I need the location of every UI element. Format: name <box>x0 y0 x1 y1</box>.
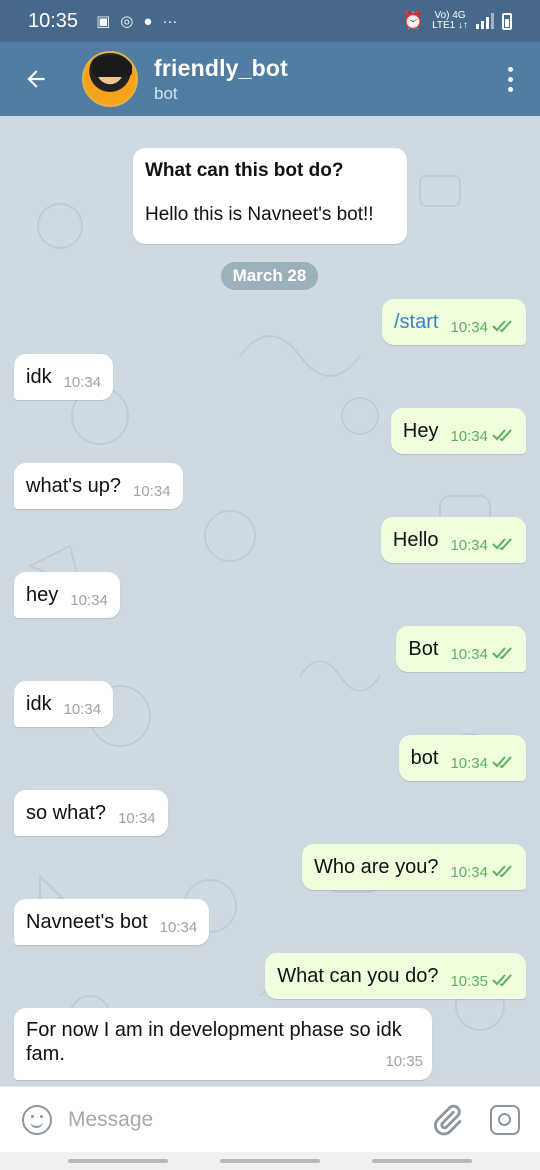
more-notifications-icon: ··· <box>162 12 178 30</box>
read-receipt-icon <box>492 756 512 769</box>
network-indicator: Vo) 4G LTE1 ↓↑ <box>432 11 468 31</box>
incoming-message[interactable]: For now I am in development phase so idk… <box>14 1008 432 1080</box>
outgoing-message[interactable]: bot 10:34 <box>398 735 526 781</box>
more-vertical-icon <box>507 66 513 72</box>
bot-info-description: Hello this is Navneet's bot!! <box>145 204 374 225</box>
paperclip-icon[interactable] <box>430 1103 464 1137</box>
bot-command-link[interactable]: /start <box>394 311 438 334</box>
battery-icon <box>502 12 512 30</box>
message-time: 10:34 <box>450 536 488 554</box>
message-time: 10:34 <box>450 754 488 772</box>
avatar[interactable] <box>82 51 138 107</box>
outgoing-message[interactable]: /start 10:34 <box>382 299 526 345</box>
outgoing-message[interactable]: Bot 10:34 <box>396 626 526 672</box>
alarm-icon: ⏰ <box>402 11 425 30</box>
message-text: Bot <box>408 637 439 660</box>
read-receipt-icon <box>492 974 512 987</box>
message-text: Who are you? <box>313 855 439 878</box>
incoming-message[interactable]: idk 10:34 <box>14 681 114 727</box>
outgoing-message[interactable]: Hey 10:34 <box>390 408 526 454</box>
arrow-left-icon <box>27 70 45 88</box>
read-receipt-icon <box>492 865 512 878</box>
message-text: idk <box>26 365 52 388</box>
message-time: 10:35 <box>450 972 488 990</box>
status-time: 10:35 <box>28 9 79 32</box>
incoming-message[interactable]: idk 10:34 <box>14 354 114 400</box>
smile-icon[interactable] <box>22 1104 52 1135</box>
message-time: 10:34 <box>133 482 171 500</box>
nav-home[interactable] <box>220 1159 320 1163</box>
chat-area[interactable]: What can this bot do? Hello this is Navn… <box>0 116 540 1086</box>
message-text: For now I am in development phase so idk… <box>26 1019 402 1065</box>
message-time: 10:34 <box>450 427 488 445</box>
chat-header: friendly_bot bot <box>0 42 540 116</box>
chat-title: friendly_bot <box>154 54 289 81</box>
date-separator: March 28 <box>221 262 318 290</box>
message-time: 10:34 <box>118 809 156 827</box>
outgoing-message[interactable]: Who are you? 10:34 <box>301 844 526 890</box>
network-bottom-label: LTE1 ↓↑ <box>432 20 468 31</box>
message-time: 10:34 <box>63 700 102 718</box>
facebook-notification-icon: ● <box>143 12 153 30</box>
message-text: idk <box>26 692 52 715</box>
status-bar: 10:35 ▣ ◎ ● ··· ⏰ Vo) 4G LTE1 ↓↑ <box>0 0 540 42</box>
more-options-button[interactable] <box>490 42 530 116</box>
nav-back[interactable] <box>372 1159 472 1163</box>
message-time: 10:34 <box>450 863 488 881</box>
message-text: what's up? <box>26 474 121 497</box>
incoming-message[interactable]: Navneet's bot 10:34 <box>14 899 210 945</box>
message-text: Hello <box>392 528 439 551</box>
message-input[interactable] <box>68 1099 430 1140</box>
message-time: 10:34 <box>70 591 108 609</box>
message-text: so what? <box>26 801 107 824</box>
incoming-message[interactable]: hey 10:34 <box>14 572 120 618</box>
message-text: Hey <box>402 419 439 442</box>
message-text: Navneet's bot <box>26 910 148 933</box>
read-receipt-icon <box>492 320 512 333</box>
gallery-notification-icon: ▣ <box>96 13 111 30</box>
chat-subtitle: bot <box>154 83 178 103</box>
message-text: hey <box>26 583 59 606</box>
whatsapp-notification-icon: ◎ <box>120 13 134 30</box>
message-time: 10:34 <box>63 373 102 391</box>
read-receipt-icon <box>492 429 512 442</box>
chat-title-block[interactable]: friendly_bot bot <box>154 55 288 104</box>
message-time: 10:34 <box>450 645 488 663</box>
camera-icon[interactable] <box>490 1104 520 1135</box>
message-text: What can you do? <box>277 964 439 987</box>
read-receipt-icon <box>492 538 512 551</box>
incoming-message[interactable]: what's up? 10:34 <box>14 463 183 509</box>
back-button[interactable] <box>6 42 66 116</box>
system-nav-bar <box>0 1152 540 1170</box>
message-time: 10:34 <box>450 318 488 336</box>
message-time: 10:34 <box>159 918 198 936</box>
message-text: bot <box>410 746 439 769</box>
incoming-message[interactable]: so what? 10:34 <box>14 790 168 836</box>
message-time: 10:35 <box>385 1053 423 1070</box>
outgoing-message[interactable]: Hello 10:34 <box>380 517 526 563</box>
signal-icon <box>476 13 494 29</box>
outgoing-message[interactable]: What can you do? 10:35 <box>265 953 526 999</box>
read-receipt-icon <box>492 647 512 660</box>
bot-info-title: What can this bot do? <box>145 160 344 181</box>
message-composer <box>0 1086 540 1152</box>
nav-recents[interactable] <box>68 1159 168 1163</box>
bot-info-card: What can this bot do? Hello this is Navn… <box>133 148 407 244</box>
